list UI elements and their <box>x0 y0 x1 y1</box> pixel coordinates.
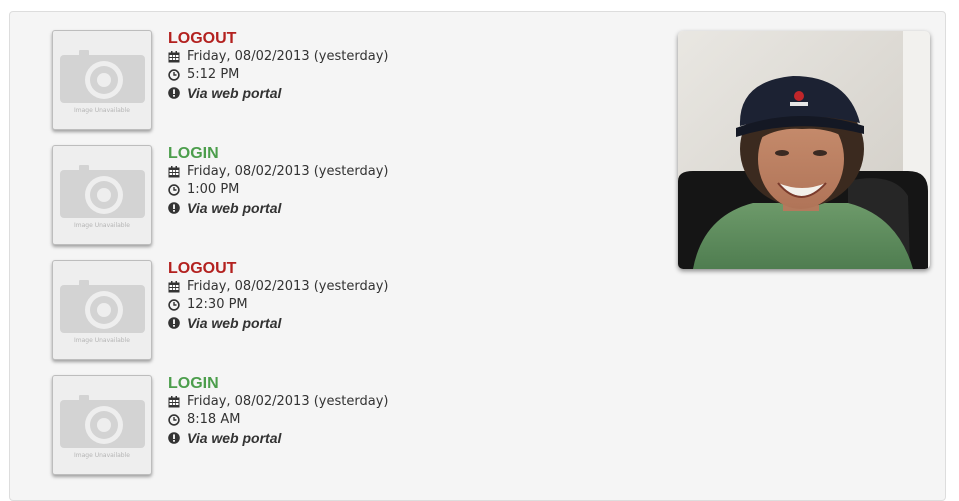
activity-source-row: Via web portal <box>168 314 568 332</box>
activity-source-row: Via web portal <box>168 84 568 102</box>
activity-time-row: 12:30 PM <box>168 296 568 314</box>
activity-time: 12:30 PM <box>187 297 248 312</box>
activity-date-row: Friday, 08/02/2013 (yesterday) <box>168 163 568 181</box>
image-unavailable-thumbnail: Image Unavailable <box>52 375 152 475</box>
profile-photo <box>678 31 930 269</box>
calendar-icon <box>168 51 180 63</box>
exclamation-circle-icon <box>168 432 180 444</box>
exclamation-circle-icon <box>168 202 180 214</box>
activity-action: LOGOUT <box>168 30 237 47</box>
calendar-icon <box>168 396 180 408</box>
exclamation-circle-icon <box>168 87 180 99</box>
activity-date-row: Friday, 08/02/2013 (yesterday) <box>168 393 568 411</box>
activity-details: LOGIN Friday, 08/02/2013 (yesterday) 1:0… <box>168 145 568 217</box>
camera-icon <box>60 395 145 448</box>
activity-details: LOGOUT Friday, 08/02/2013 (yesterday) 12… <box>168 260 568 332</box>
activity-time-row: 1:00 PM <box>168 181 568 199</box>
activity-date-row: Friday, 08/02/2013 (yesterday) <box>168 278 568 296</box>
image-unavailable-label: Image Unavailable <box>74 107 130 114</box>
clock-icon <box>168 414 180 426</box>
activity-source-row: Via web portal <box>168 429 568 447</box>
activity-source-row: Via web portal <box>168 199 568 217</box>
activity-time: 1:00 PM <box>187 182 240 197</box>
camera-icon <box>60 280 145 333</box>
activity-panel: Image Unavailable LOGOUT Friday, 08/02/2… <box>9 11 946 501</box>
camera-icon <box>60 165 145 218</box>
activity-source: Via web portal <box>187 200 282 216</box>
image-unavailable-thumbnail: Image Unavailable <box>52 30 152 130</box>
activity-action: LOGIN <box>168 375 219 392</box>
activity-date: Friday, 08/02/2013 (yesterday) <box>187 394 389 409</box>
activity-date: Friday, 08/02/2013 (yesterday) <box>187 164 389 179</box>
activity-details: LOGOUT Friday, 08/02/2013 (yesterday) 5:… <box>168 30 568 102</box>
activity-date-row: Friday, 08/02/2013 (yesterday) <box>168 48 568 66</box>
activity-time: 8:18 AM <box>187 412 241 427</box>
activity-time: 5:12 PM <box>187 67 240 82</box>
profile-photo-image <box>678 31 930 269</box>
activity-time-row: 8:18 AM <box>168 411 568 429</box>
clock-icon <box>168 299 180 311</box>
activity-time-row: 5:12 PM <box>168 66 568 84</box>
activity-action: LOGIN <box>168 145 219 162</box>
image-unavailable-label: Image Unavailable <box>74 337 130 344</box>
image-unavailable-thumbnail: Image Unavailable <box>52 260 152 360</box>
activity-date: Friday, 08/02/2013 (yesterday) <box>187 279 389 294</box>
calendar-icon <box>168 281 180 293</box>
activity-source: Via web portal <box>187 315 282 331</box>
image-unavailable-label: Image Unavailable <box>74 222 130 229</box>
image-unavailable-thumbnail: Image Unavailable <box>52 145 152 245</box>
activity-action: LOGOUT <box>168 260 237 277</box>
calendar-icon <box>168 166 180 178</box>
clock-icon <box>168 184 180 196</box>
activity-date: Friday, 08/02/2013 (yesterday) <box>187 49 389 64</box>
exclamation-circle-icon <box>168 317 180 329</box>
activity-source: Via web portal <box>187 430 282 446</box>
image-unavailable-label: Image Unavailable <box>74 452 130 459</box>
clock-icon <box>168 69 180 81</box>
camera-icon <box>60 50 145 103</box>
activity-details: LOGIN Friday, 08/02/2013 (yesterday) 8:1… <box>168 375 568 447</box>
activity-source: Via web portal <box>187 85 282 101</box>
